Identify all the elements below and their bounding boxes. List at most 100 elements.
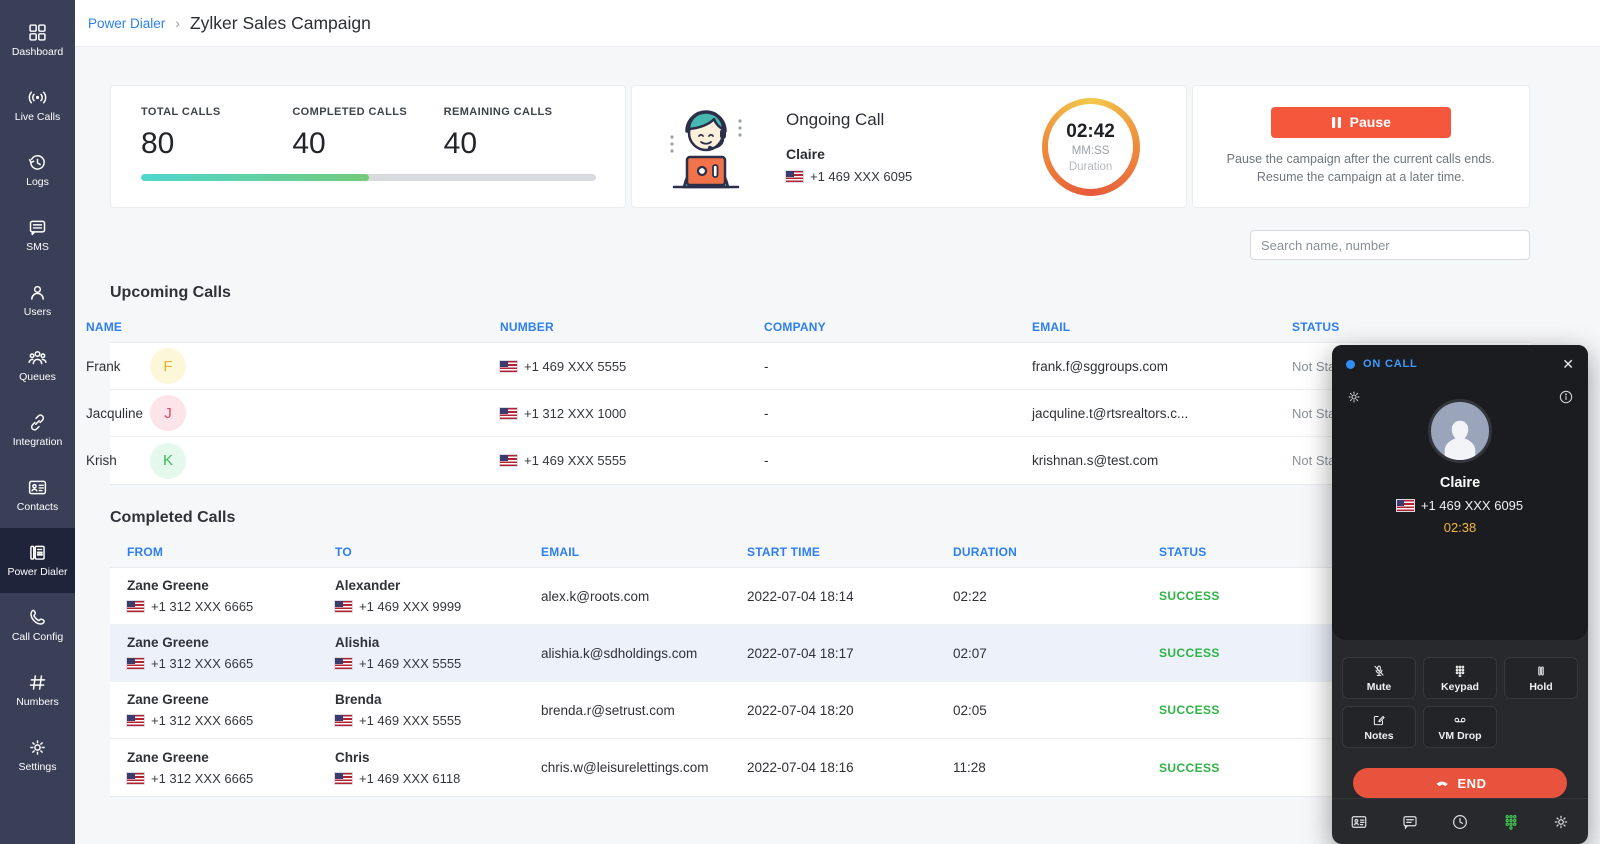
table-row[interactable]: Zane Greene+1 312 XXX 6665 Alishia+1 469…	[110, 625, 1530, 682]
chat-icon[interactable]	[1401, 813, 1419, 831]
table-row[interactable]: K Krish +1 469 XXX 5555 - krishnan.s@tes…	[110, 437, 1530, 484]
sidebar-item-dashboard[interactable]: Dashboard	[0, 8, 75, 73]
end-call-button[interactable]: END	[1353, 768, 1567, 798]
pause-campaign-card: Pause Pause the campaign after the curre…	[1192, 85, 1530, 208]
sidebar-item-contacts[interactable]: Contacts	[0, 463, 75, 528]
sidebar-item-settings[interactable]: Settings	[0, 723, 75, 788]
from-name: Zane Greene	[127, 750, 335, 765]
table-row[interactable]: F Frank +1 469 XXX 5555 - frank.f@sggrou…	[110, 343, 1530, 390]
vm-drop-button[interactable]: VM Drop	[1423, 706, 1497, 748]
broadcast-icon	[27, 87, 48, 108]
start-time: 2022-07-04 18:16	[747, 760, 953, 775]
phone-number: +1 312 XXX 6665	[151, 771, 253, 786]
progress-fill	[141, 174, 369, 181]
call-duration: 02:07	[953, 646, 1159, 661]
phone-number: +1 469 XXX 6095	[810, 169, 912, 184]
to-number: +1 469 XXX 5555	[335, 713, 541, 728]
table-row[interactable]: Zane Greene+1 312 XXX 6665 Brenda+1 469 …	[110, 682, 1530, 739]
phone-number: +1 469 XXX 5555	[524, 453, 626, 468]
keypad-icon[interactable]	[1502, 813, 1520, 831]
grid-icon	[27, 22, 48, 43]
sidebar-label: Queues	[19, 372, 56, 384]
us-flag-icon	[500, 408, 517, 419]
caller-number: +1 469 XXX 6095	[1346, 498, 1574, 513]
campaign-stats-card: TOTAL CALLS 80 COMPLETED CALLS 40 REMAIN…	[110, 85, 626, 208]
phone-number: +1 469 XXX 9999	[359, 599, 461, 614]
duration-format: MM:SS	[1072, 145, 1110, 157]
keypad-button[interactable]: Keypad	[1423, 657, 1497, 699]
hold-label: Hold	[1529, 681, 1552, 693]
from-name: Zane Greene	[127, 578, 335, 593]
column-header-start-time: START TIME	[747, 545, 953, 559]
sidebar-label: Users	[24, 307, 51, 319]
pause-description-line2: Resume the campaign at a later time.	[1227, 168, 1495, 186]
column-header-to: TO	[335, 545, 541, 559]
breadcrumb-parent-link[interactable]: Power Dialer	[88, 16, 165, 31]
notes-button[interactable]: Notes	[1342, 706, 1416, 748]
sidebar-item-numbers[interactable]: Numbers	[0, 658, 75, 723]
hold-button[interactable]: Hold	[1504, 657, 1578, 699]
gear-icon[interactable]	[1552, 813, 1570, 831]
sidebar-item-users[interactable]: Users	[0, 268, 75, 333]
from-number: +1 312 XXX 6665	[127, 771, 335, 786]
phone-number: +1 312 XXX 6665	[151, 656, 253, 671]
mute-button[interactable]: Mute	[1342, 657, 1416, 699]
contact-company: -	[764, 453, 1032, 468]
table-row[interactable]: J Jacquline +1 312 XXX 1000 - jacquline.…	[110, 390, 1530, 437]
gear-icon[interactable]	[1346, 389, 1362, 405]
sidebar-label: Call Config	[12, 632, 63, 644]
sidebar-label: Live Calls	[15, 112, 61, 124]
sidebar-item-call-config[interactable]: Call Config	[0, 593, 75, 658]
column-header-duration: DURATION	[953, 545, 1159, 559]
contact-email: krishnan.s@test.com	[1032, 453, 1292, 468]
sidebar-item-logs[interactable]: Logs	[0, 138, 75, 203]
us-flag-icon	[786, 171, 803, 182]
contact-company: -	[764, 406, 1032, 421]
column-header-company: COMPANY	[764, 320, 1032, 334]
to-name: Brenda	[335, 692, 541, 707]
completed-calls-table: Zane Greene+1 312 XXX 6665 Alexander+1 4…	[110, 567, 1530, 797]
us-flag-icon	[127, 658, 144, 669]
sidebar-item-integration[interactable]: Integration	[0, 398, 75, 463]
us-flag-icon	[127, 715, 144, 726]
campaign-progress-bar	[141, 174, 596, 181]
sidebar-item-live-calls[interactable]: Live Calls	[0, 73, 75, 138]
contact-name: Krish	[86, 453, 500, 468]
from-number: +1 312 XXX 6665	[127, 599, 335, 614]
sidebar-label: Numbers	[16, 697, 59, 709]
voicemail-icon	[1453, 713, 1467, 727]
sidebar-item-sms[interactable]: SMS	[0, 203, 75, 268]
upcoming-calls-title: Upcoming Calls	[110, 284, 1530, 302]
search-input[interactable]	[1250, 230, 1530, 260]
pause-button[interactable]: Pause	[1271, 107, 1451, 138]
contact-email: alishia.k@sdholdings.com	[541, 646, 747, 661]
close-icon[interactable]: ✕	[1562, 357, 1574, 371]
contact-email: frank.f@sggroups.com	[1032, 359, 1292, 374]
info-icon[interactable]	[1558, 389, 1574, 405]
table-row[interactable]: Zane Greene+1 312 XXX 6665 Chris+1 469 X…	[110, 739, 1530, 796]
us-flag-icon	[335, 715, 352, 726]
dialer-icon	[27, 542, 48, 563]
vm-drop-label: VM Drop	[1438, 730, 1481, 742]
upcoming-calls-table: F Frank +1 469 XXX 5555 - frank.f@sggrou…	[110, 342, 1530, 485]
table-row[interactable]: Zane Greene+1 312 XXX 6665 Alexander+1 4…	[110, 568, 1530, 625]
call-duration-ring: 02:42 MM:SS Duration	[1042, 98, 1140, 196]
history-icon	[27, 152, 48, 173]
call-agent-illustration	[654, 95, 758, 199]
sidebar-item-queues[interactable]: Queues	[0, 333, 75, 398]
sidebar-label: SMS	[26, 242, 49, 254]
stat-label: REMAINING CALLS	[444, 106, 595, 118]
page-title: Zylker Sales Campaign	[190, 13, 371, 34]
from-name: Zane Greene	[127, 635, 335, 650]
stat-remaining-calls: REMAINING CALLS 40	[444, 106, 595, 161]
call-status-label: ON CALL	[1363, 358, 1417, 370]
sidebar-item-power-dialer[interactable]: Power Dialer	[0, 528, 75, 593]
pause-description-line1: Pause the campaign after the current cal…	[1227, 150, 1495, 168]
sidebar-label: Integration	[13, 437, 63, 449]
stat-total-calls: TOTAL CALLS 80	[141, 106, 292, 161]
keypad-icon	[1453, 664, 1467, 678]
contact-card-icon[interactable]	[1350, 813, 1368, 831]
completed-calls-title: Completed Calls	[110, 509, 1530, 527]
clock-icon[interactable]	[1451, 813, 1469, 831]
user-icon	[27, 282, 48, 303]
